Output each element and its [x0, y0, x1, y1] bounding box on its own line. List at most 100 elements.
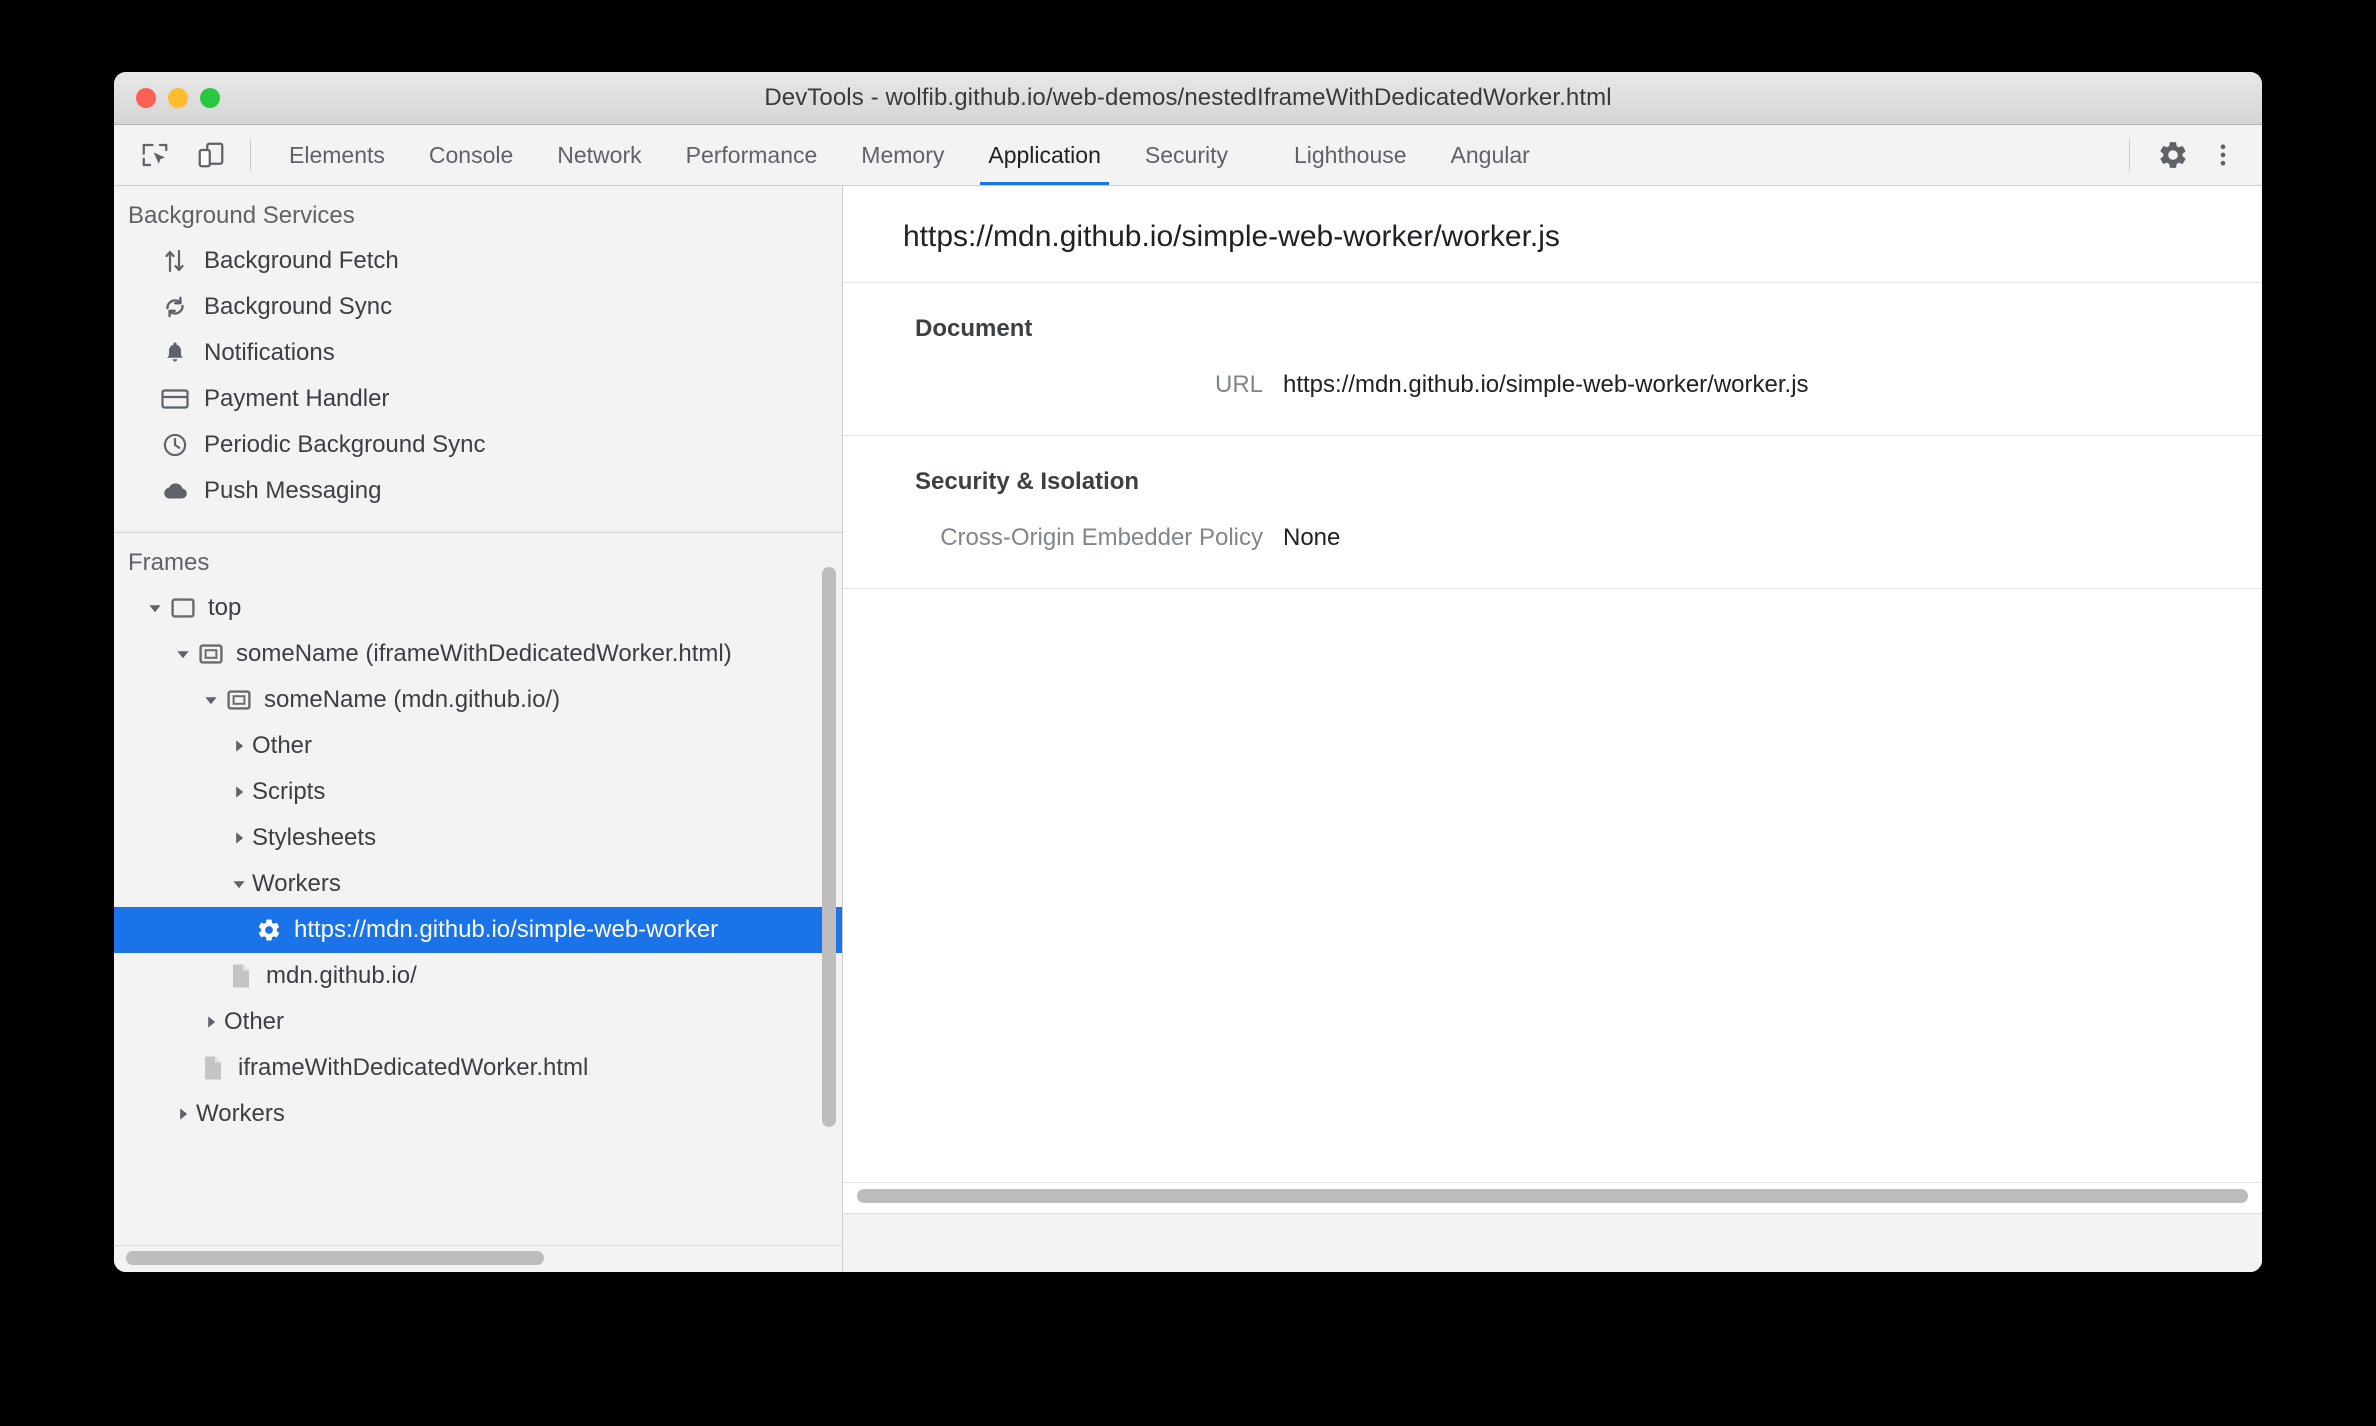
chevron-down-icon[interactable] — [198, 693, 224, 707]
transfer-arrows-icon — [158, 246, 192, 276]
chevron-down-icon[interactable] — [142, 601, 168, 615]
worker-gear-icon — [254, 917, 284, 943]
sidebar-item-periodic-background-sync[interactable]: Periodic Background Sync — [114, 422, 842, 468]
credit-card-icon — [158, 384, 192, 414]
tab-security[interactable]: Security — [1123, 125, 1250, 185]
chevron-right-icon[interactable] — [170, 1107, 196, 1121]
chevron-right-icon[interactable] — [198, 1015, 224, 1029]
security-isolation-section: Security & Isolation Cross-Origin Embedd… — [843, 436, 2262, 589]
left-pane-vertical-scrollbar[interactable] — [822, 567, 836, 1127]
tree-item-mdn-document[interactable]: mdn.github.io/ — [114, 953, 842, 999]
tree-item-other-outer[interactable]: Other — [114, 999, 842, 1045]
tab-label: Network — [557, 141, 642, 168]
minimize-button[interactable] — [168, 88, 188, 108]
tab-label: Memory — [861, 141, 945, 168]
frames-heading: Frames — [128, 549, 210, 576]
tab-network[interactable]: Network — [535, 125, 663, 185]
tab-console[interactable]: Console — [407, 125, 535, 185]
gear-icon[interactable] — [2150, 132, 2196, 178]
left-pane-horizontal-scrollbar-track — [114, 1245, 842, 1272]
frames-tree: top someName (iframeWithDedicatedWorker.… — [114, 585, 842, 1143]
sidebar-item-label: Periodic Background Sync — [204, 431, 486, 458]
zoom-button[interactable] — [200, 88, 220, 108]
tree-item-label: Scripts — [252, 778, 326, 805]
frame-details-title: https://mdn.github.io/simple-web-worker/… — [843, 186, 2262, 283]
devtools-toolbar: Elements Console Network Performance Mem… — [114, 125, 2262, 186]
document-section: Document URL https://mdn.github.io/simpl… — [843, 283, 2262, 436]
frames-section: Frames top someName (iframeWithDedicated… — [114, 533, 842, 1272]
coep-row: Cross-Origin Embedder Policy None — [843, 518, 2262, 562]
tab-label: Elements — [289, 141, 385, 168]
right-pane-horizontal-scrollbar[interactable] — [857, 1189, 2248, 1203]
tab-performance[interactable]: Performance — [664, 125, 840, 185]
tab-angular[interactable]: Angular — [1429, 125, 1552, 185]
bell-icon — [158, 338, 192, 368]
background-services-heading: Background Services — [128, 202, 355, 229]
tree-item-label: https://mdn.github.io/simple-web-worker — [294, 916, 719, 943]
toolbar-right-icons — [2113, 125, 2262, 185]
window-titlebar: DevTools - wolfib.github.io/web-demos/ne… — [114, 72, 2262, 125]
document-section-heading: Document — [915, 315, 1033, 342]
chevron-right-icon[interactable] — [226, 739, 252, 753]
tree-item-label: Workers — [196, 1100, 285, 1127]
background-services-section: Background Services Background Fetch Bac… — [114, 186, 842, 528]
devtools-content: Background Services Background Fetch Bac… — [114, 186, 2262, 1272]
frame-details-pane: https://mdn.github.io/simple-web-worker/… — [843, 186, 2262, 1272]
left-pane-horizontal-scrollbar[interactable] — [126, 1251, 544, 1265]
details-empty-area — [843, 589, 2262, 1182]
toolbar-divider-right — [2129, 139, 2130, 171]
chevron-right-icon[interactable] — [226, 831, 252, 845]
tab-elements[interactable]: Elements — [267, 125, 407, 185]
tab-memory[interactable]: Memory — [839, 125, 966, 185]
security-section-heading: Security & Isolation — [915, 468, 1140, 495]
tree-item-workers-inner[interactable]: Workers — [114, 861, 842, 907]
tree-item-scripts[interactable]: Scripts — [114, 769, 842, 815]
sidebar-item-push-messaging[interactable]: Push Messaging — [114, 468, 842, 514]
sidebar-item-background-sync[interactable]: Background Sync — [114, 284, 842, 330]
tree-item-stylesheets[interactable]: Stylesheets — [114, 815, 842, 861]
sync-icon — [158, 292, 192, 322]
close-button[interactable] — [136, 88, 156, 108]
chevron-down-icon[interactable] — [170, 647, 196, 661]
cloud-icon — [158, 476, 192, 506]
tree-item-label: top — [208, 594, 242, 621]
tree-item-label: someName (mdn.github.io/) — [264, 686, 561, 713]
application-sidebar: Background Services Background Fetch Bac… — [114, 186, 843, 1272]
sidebar-item-payment-handler[interactable]: Payment Handler — [114, 376, 842, 422]
tree-item-iframe-inner[interactable]: someName (mdn.github.io/) — [114, 677, 842, 723]
document-url-value[interactable]: https://mdn.github.io/simple-web-worker/… — [1283, 371, 1809, 399]
tree-item-iframe-document[interactable]: iframeWithDedicatedWorker.html — [114, 1045, 842, 1091]
sidebar-item-notifications[interactable]: Notifications — [114, 330, 842, 376]
devtools-window: DevTools - wolfib.github.io/web-demos/ne… — [114, 72, 2262, 1272]
tree-item-iframe-outer[interactable]: someName (iframeWithDedicatedWorker.html… — [114, 631, 842, 677]
frame-icon — [168, 598, 198, 618]
more-options-icon[interactable] — [2200, 132, 2246, 178]
tab-label: Lighthouse — [1293, 141, 1407, 168]
tree-item-worker-selected[interactable]: https://mdn.github.io/simple-web-worker — [114, 907, 842, 953]
tree-item-other-inner[interactable]: Other — [114, 723, 842, 769]
sidebar-item-background-fetch[interactable]: Background Fetch — [114, 238, 842, 284]
coep-key: Cross-Origin Embedder Policy — [940, 524, 1263, 551]
tab-lighthouse[interactable]: Lighthouse — [1272, 125, 1429, 185]
document-icon — [226, 963, 256, 989]
tree-item-label: iframeWithDedicatedWorker.html — [238, 1054, 589, 1081]
tree-item-label: Other — [252, 732, 313, 759]
sidebar-item-label: Payment Handler — [204, 385, 390, 412]
right-pane-horizontal-scrollbar-track — [843, 1182, 2262, 1213]
iframe-icon — [196, 644, 226, 664]
window-title: DevTools - wolfib.github.io/web-demos/ne… — [764, 84, 1612, 111]
right-pane-footer — [843, 1213, 2262, 1272]
device-toolbar-icon[interactable] — [188, 132, 234, 178]
chevron-right-icon[interactable] — [226, 785, 252, 799]
clock-icon — [158, 430, 192, 460]
tree-item-workers-top[interactable]: Workers — [114, 1091, 842, 1137]
tree-item-label: Stylesheets — [252, 824, 377, 851]
tree-item-top[interactable]: top — [114, 585, 842, 631]
tab-application[interactable]: Application — [966, 125, 1123, 185]
inspect-element-icon[interactable] — [132, 132, 178, 178]
iframe-icon — [224, 690, 254, 710]
sidebar-item-label: Push Messaging — [204, 477, 382, 504]
sidebar-item-label: Background Sync — [204, 293, 393, 320]
chevron-down-icon[interactable] — [226, 877, 252, 891]
tab-label: Application — [988, 141, 1101, 168]
